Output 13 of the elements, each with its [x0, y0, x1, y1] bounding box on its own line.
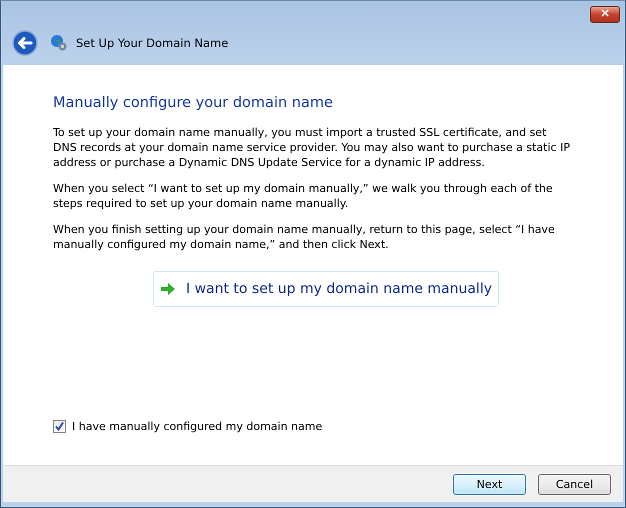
page-heading: Manually configure your domain name	[53, 95, 334, 111]
instruction-text: When you select “I want to set up my domain manually,” we walk you through each of the steps required to set up your domain name manually.	[53, 181, 554, 211]
next-button[interactable]: Next	[453, 474, 526, 494]
cancel-button[interactable]: Cancel	[538, 474, 611, 494]
window-title: Set Up Your Domain Name	[76, 36, 228, 50]
checkbox-label: I have manually configured my domain name	[72, 420, 322, 433]
globe-gear-icon	[50, 34, 68, 52]
command-link[interactable]: I want to set up my domain name manually	[153, 271, 499, 307]
arrow-icon	[160, 282, 176, 296]
instruction-text: When you finish setting up your domain name manually, return to this page, select “I have manually configured my domain name,” and then click Next.	[53, 222, 556, 252]
close-button[interactable]: ✕	[590, 6, 620, 23]
instruction-text: To set up your domain name manually, you must import a trusted SSL certificate, and set DNS records at your domain name service provider. You may also want to purchase a static IP address or purchase a Dynamic DNS Update Service for a dynamic IP address.	[53, 125, 571, 170]
checkbox[interactable]	[53, 420, 66, 433]
